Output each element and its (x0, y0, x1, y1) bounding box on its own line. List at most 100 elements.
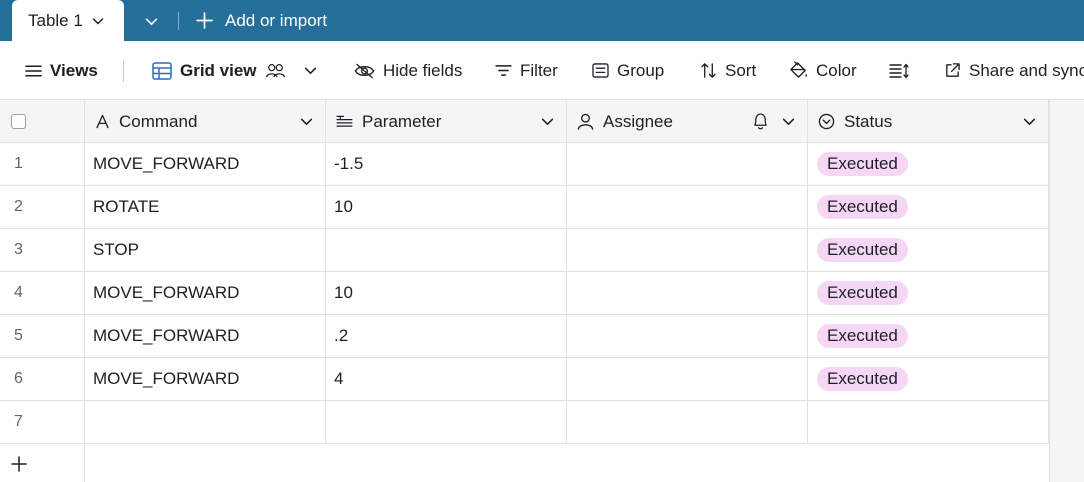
bell-icon[interactable] (752, 112, 769, 131)
plus-icon (11, 456, 27, 472)
table-row[interactable]: 1 MOVE_FORWARD -1.5 Executed (0, 143, 1049, 186)
status-cell[interactable] (808, 401, 1049, 443)
parameter-cell[interactable] (326, 401, 567, 443)
column-header-parameter[interactable]: Parameter (326, 100, 567, 143)
status-cell[interactable]: Executed (808, 143, 1049, 185)
select-all-cell (0, 100, 85, 143)
column-header-assignee[interactable]: Assignee (567, 100, 808, 143)
chevron-down-icon[interactable] (92, 15, 104, 27)
filter-button[interactable]: Filter (495, 41, 558, 100)
text-field-icon (96, 114, 109, 129)
column-header-status[interactable]: Status (808, 100, 1049, 143)
tab-table-1[interactable]: Table 1 (12, 0, 124, 41)
add-or-import-label: Add or import (225, 10, 328, 30)
status-cell[interactable]: Executed (808, 229, 1049, 271)
table-row[interactable]: 4 MOVE_FORWARD 10 Executed (0, 272, 1049, 315)
row-height-button[interactable] (889, 41, 909, 100)
sort-button[interactable]: Sort (700, 41, 756, 100)
share-and-sync-button[interactable]: Share and sync (944, 41, 1084, 100)
command-cell[interactable]: MOVE_FORWARD (85, 315, 326, 357)
chevron-down-icon[interactable] (300, 115, 313, 128)
plus-icon (196, 12, 213, 29)
paint-bucket-icon (790, 61, 807, 78)
assignee-cell[interactable] (567, 401, 808, 443)
column-label: Status (844, 111, 893, 131)
assignee-cell[interactable] (567, 272, 808, 314)
row-number: 3 (0, 229, 85, 271)
table-row[interactable]: 7 (0, 401, 1049, 444)
table-row[interactable]: 3 STOP Executed (0, 229, 1049, 272)
column-label: Command (119, 111, 198, 131)
group-button[interactable]: Group (592, 41, 664, 100)
assignee-cell[interactable] (567, 143, 808, 185)
collaborators-icon (265, 64, 285, 78)
group-icon (592, 63, 609, 78)
select-all-checkbox[interactable] (11, 114, 26, 129)
status-badge: Executed (817, 195, 908, 219)
column-header-row: Command Parameter Assignee Status (0, 100, 1049, 143)
status-badge: Executed (817, 238, 908, 262)
status-cell[interactable]: Executed (808, 358, 1049, 400)
chevron-down-icon[interactable] (782, 115, 795, 128)
tab-label: Table 1 (28, 10, 83, 30)
parameter-cell[interactable]: .2 (326, 315, 567, 357)
divider (178, 12, 179, 30)
grid-view-label: Grid view (180, 60, 257, 80)
table-row[interactable]: 5 MOVE_FORWARD .2 Executed (0, 315, 1049, 358)
more-tables-button[interactable] (140, 11, 162, 31)
color-button[interactable]: Color (789, 41, 857, 100)
long-text-icon (336, 115, 353, 127)
chevron-down-icon[interactable] (541, 115, 554, 128)
column-label: Assignee (603, 111, 673, 131)
status-cell[interactable]: Executed (808, 186, 1049, 228)
assignee-cell[interactable] (567, 186, 808, 228)
grid-view-button[interactable]: Grid view (152, 41, 317, 100)
row-number: 2 (0, 186, 85, 228)
table-row[interactable]: 6 MOVE_FORWARD 4 Executed (0, 358, 1049, 401)
sort-icon (701, 63, 716, 78)
hide-fields-label: Hide fields (383, 60, 463, 80)
command-cell[interactable]: MOVE_FORWARD (85, 143, 326, 185)
status-cell[interactable]: Executed (808, 315, 1049, 357)
parameter-cell[interactable]: -1.5 (326, 143, 567, 185)
command-cell[interactable] (85, 401, 326, 443)
parameter-cell[interactable]: 10 (326, 186, 567, 228)
eye-off-icon (354, 63, 375, 78)
status-cell[interactable]: Executed (808, 272, 1049, 314)
parameter-cell[interactable]: 10 (326, 272, 567, 314)
command-cell[interactable]: STOP (85, 229, 326, 271)
user-icon (577, 113, 594, 130)
group-label: Group (617, 60, 665, 80)
status-icon (818, 113, 835, 130)
sort-label: Sort (725, 60, 757, 80)
data-grid: Command Parameter Assignee Status 1 MOVE… (0, 100, 1084, 482)
assignee-cell[interactable] (567, 315, 808, 357)
row-number: 7 (0, 401, 85, 443)
view-toolbar: Views Grid view Hide fields Filter Group… (0, 41, 1084, 100)
add-record-button[interactable] (0, 443, 85, 482)
assignee-cell[interactable] (567, 358, 808, 400)
command-cell[interactable]: MOVE_FORWARD (85, 358, 326, 400)
column-header-command[interactable]: Command (85, 100, 326, 143)
color-label: Color (816, 60, 857, 80)
chevron-down-icon[interactable] (1023, 115, 1036, 128)
status-badge: Executed (817, 324, 908, 348)
row-height-icon (889, 63, 909, 78)
add-or-import-button[interactable]: Add or import (196, 0, 327, 41)
hamburger-icon (25, 65, 42, 76)
command-cell[interactable]: MOVE_FORWARD (85, 272, 326, 314)
views-label: Views (50, 60, 98, 80)
command-cell[interactable]: ROTATE (85, 186, 326, 228)
row-number: 4 (0, 272, 85, 314)
status-badge: Executed (817, 281, 908, 305)
parameter-cell[interactable] (326, 229, 567, 271)
filter-label: Filter (520, 60, 558, 80)
hide-fields-button[interactable]: Hide fields (354, 41, 462, 100)
views-button[interactable]: Views (25, 41, 98, 100)
chevron-down-icon[interactable] (304, 64, 317, 77)
row-number: 5 (0, 315, 85, 357)
table-row[interactable]: 2 ROTATE 10 Executed (0, 186, 1049, 229)
parameter-cell[interactable]: 4 (326, 358, 567, 400)
share-and-sync-label: Share and sync (969, 60, 1084, 80)
assignee-cell[interactable] (567, 229, 808, 271)
